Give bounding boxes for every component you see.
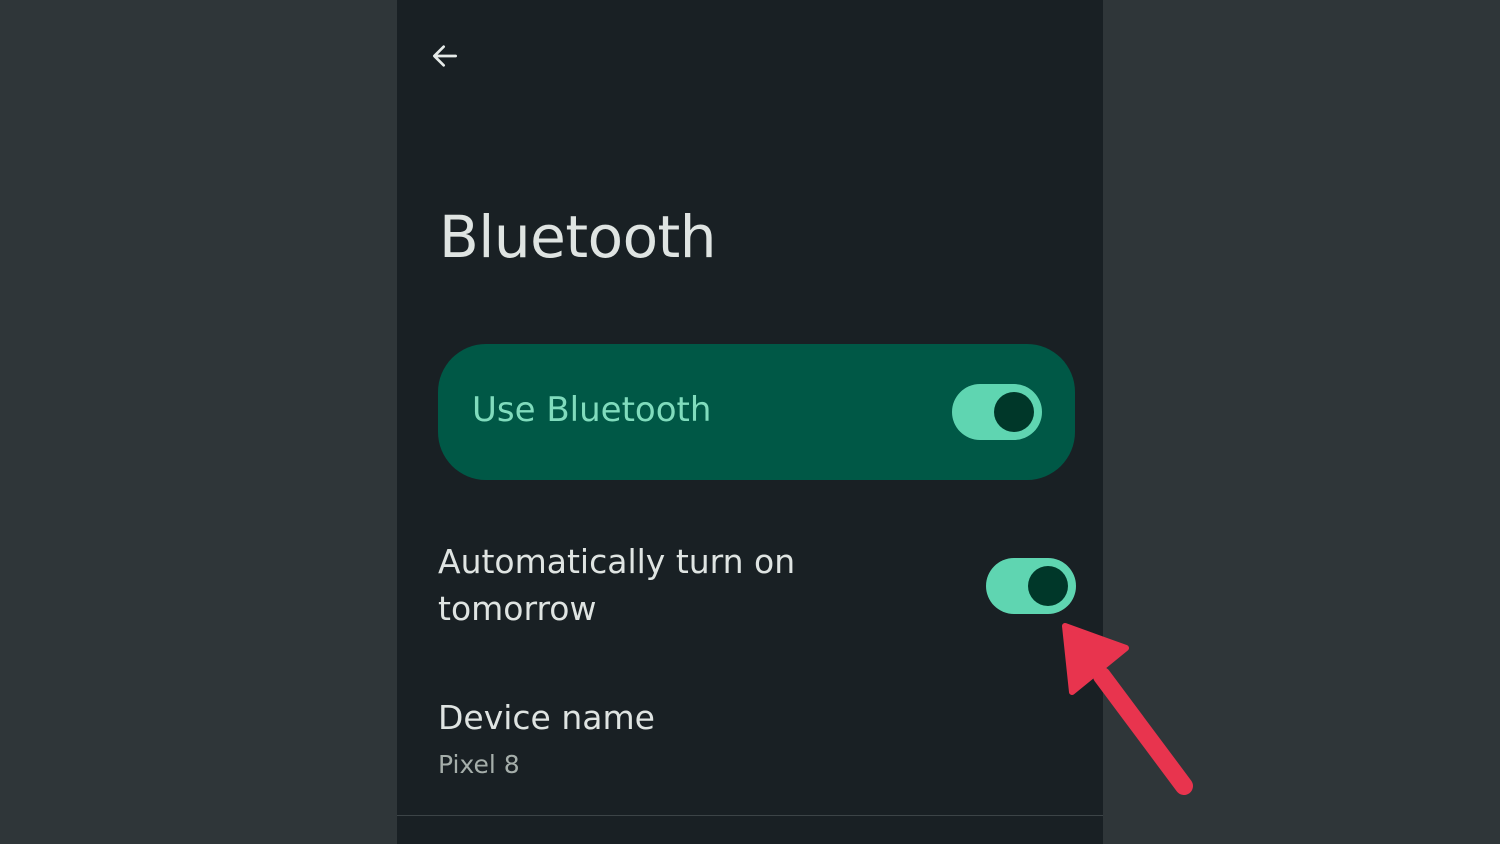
screenshot-stage: Bluetooth Use Bluetooth Automatically tu… — [0, 0, 1500, 844]
use-bluetooth-switch[interactable] — [952, 384, 1042, 440]
use-bluetooth-label: Use Bluetooth — [472, 390, 712, 430]
arrow-left-icon — [433, 45, 457, 67]
divider — [397, 815, 1103, 816]
page-title: Bluetooth — [439, 203, 717, 271]
auto-turn-on-row[interactable]: Automatically turn on tomorrow — [438, 538, 1078, 638]
auto-turn-on-label: Automatically turn on tomorrow — [438, 542, 796, 628]
auto-turn-on-switch[interactable] — [986, 558, 1076, 614]
switch-thumb — [994, 392, 1034, 432]
device-name-value: Pixel 8 — [438, 750, 520, 779]
device-name-row[interactable]: Device name Pixel 8 — [438, 698, 1078, 798]
use-bluetooth-toggle-card[interactable]: Use Bluetooth — [438, 344, 1075, 480]
settings-screen: Bluetooth Use Bluetooth Automatically tu… — [397, 0, 1103, 844]
back-button[interactable] — [423, 34, 467, 78]
device-name-title: Device name — [438, 698, 655, 737]
switch-thumb — [1028, 566, 1068, 606]
